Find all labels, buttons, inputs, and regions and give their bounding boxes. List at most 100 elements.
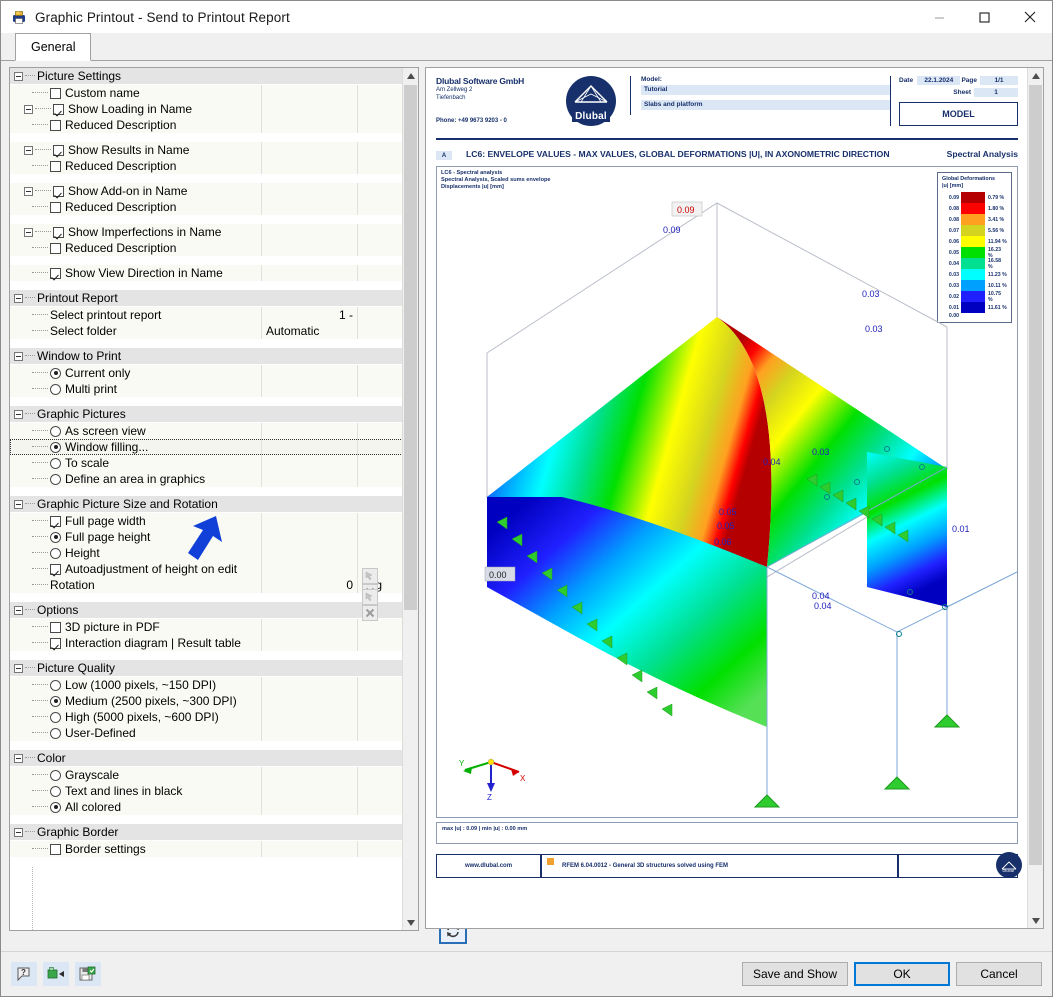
checkbox[interactable] [50,201,61,213]
settings-row-show-add-on-in-name[interactable]: Show Add-on in Name [10,183,403,199]
checkbox[interactable] [50,242,61,254]
checkbox[interactable] [50,843,61,855]
footer-url[interactable]: www.dlubal.com [436,854,541,878]
settings-row-to-scale[interactable]: To scale [10,455,403,471]
settings-row-show-imperfections-in-name[interactable]: Show Imperfections in Name [10,224,403,240]
checkbox[interactable] [50,637,61,649]
collapse-icon[interactable] [14,753,23,763]
collapse-icon[interactable] [24,145,33,155]
settings-row-height[interactable]: Height [10,545,403,561]
checkbox[interactable] [53,144,64,156]
settings-row-border-settings[interactable]: Border settings [10,841,403,857]
collapse-icon[interactable] [14,663,23,673]
settings-row-select-printout-report[interactable]: Select printout report 1 - [10,307,403,323]
radio-button[interactable] [50,457,61,469]
tab-general[interactable]: General [15,33,92,61]
settings-row-3d-picture-in-pdf[interactable]: 3D picture in PDF [10,619,403,635]
checkbox[interactable] [50,160,61,172]
delete-area-button[interactable] [362,605,378,621]
radio-button[interactable] [50,383,61,395]
settings-row-rotation[interactable]: Rotation0deg [10,577,403,593]
save-and-show-button[interactable]: Save and Show [741,962,848,986]
row-value[interactable]: Automatic [262,323,358,339]
preview-scroll-up-button[interactable] [1028,68,1043,83]
radio-button[interactable] [50,679,61,691]
scroll-up-button[interactable] [403,68,418,83]
maximize-button[interactable] [962,1,1007,33]
group-header-picture-settings[interactable]: Picture Settings [10,68,403,85]
export-icon[interactable] [43,962,69,986]
collapse-icon[interactable] [14,605,23,615]
settings-row-custom-name[interactable]: Custom name [10,85,403,101]
settings-row-show-loading-in-name[interactable]: Show Loading in Name [10,101,403,117]
radio-button[interactable] [50,547,61,559]
radio-button[interactable] [50,695,61,707]
group-header-graphic-pictures[interactable]: Graphic Pictures [10,406,403,423]
settings-row-show-view-direction-in-name[interactable]: Show View Direction in Name [10,265,403,281]
group-header-graphic-picture-size-and-rotation[interactable]: Graphic Picture Size and Rotation [10,496,403,513]
settings-row-window-filling[interactable]: Window filling... [10,439,403,455]
settings-row-full-page-height[interactable]: Full page height [10,529,403,545]
settings-row-high-5000-pixels-600-dpi[interactable]: High (5000 pixels, ~600 DPI) [10,709,403,725]
scroll-down-button[interactable] [403,915,418,930]
radio-button[interactable] [50,727,61,739]
settings-row-reduced-description[interactable]: Reduced Description [10,117,403,133]
settings-row-as-screen-view[interactable]: As screen view [10,423,403,439]
settings-row-all-colored[interactable]: All colored [10,799,403,815]
ok-button[interactable]: OK [854,962,950,986]
radio-button[interactable] [50,769,61,781]
radio-button[interactable] [50,801,61,813]
checkbox[interactable] [50,621,61,633]
close-button[interactable] [1007,1,1052,33]
row-value[interactable]: 0 [262,577,358,593]
group-header-graphic-border[interactable]: Graphic Border [10,824,403,841]
minimize-button[interactable] [917,1,962,33]
save-icon[interactable] [75,962,101,986]
settings-row-reduced-description[interactable]: Reduced Description [10,240,403,256]
preview-scroll-thumb[interactable] [1029,85,1042,865]
settings-row-define-an-area-in-graphics[interactable]: Define an area in graphics [10,471,403,487]
preview-scrollbar[interactable] [1027,68,1043,928]
settings-row-text-and-lines-in-black[interactable]: Text and lines in black [10,783,403,799]
model-drawing[interactable]: LC6 - Spectral analysis Spectral Analysi… [436,166,1018,818]
help-icon[interactable]: ? [11,962,37,986]
group-header-options[interactable]: Options [10,602,403,619]
settings-row-low-1000-pixels-150-dpi[interactable]: Low (1000 pixels, ~150 DPI) [10,677,403,693]
checkbox[interactable] [50,515,61,527]
settings-row-user-defined[interactable]: User-Defined [10,725,403,741]
checkbox[interactable] [50,267,61,279]
checkbox[interactable] [50,119,61,131]
settings-row-select-folder[interactable]: Select folder Automatic [10,323,403,339]
checkbox[interactable] [53,185,64,197]
collapse-icon[interactable] [24,227,33,237]
collapse-icon[interactable] [14,409,23,419]
collapse-icon[interactable] [14,71,23,81]
settings-row-show-results-in-name[interactable]: Show Results in Name [10,142,403,158]
row-value[interactable]: 1 - [262,307,358,323]
radio-button[interactable] [50,367,61,379]
pick-graphic-button[interactable] [362,568,378,584]
collapse-icon[interactable] [14,351,23,361]
pick-area-button[interactable] [362,589,378,605]
group-header-color[interactable]: Color [10,750,403,767]
radio-button[interactable] [50,441,61,453]
collapse-icon[interactable] [14,293,23,303]
collapse-icon[interactable] [24,104,33,114]
group-header-window-to-print[interactable]: Window to Print [10,348,403,365]
radio-button[interactable] [50,711,61,723]
collapse-icon[interactable] [14,499,23,509]
cancel-button[interactable]: Cancel [956,962,1042,986]
settings-row-medium-2500-pixels-300-dpi[interactable]: Medium (2500 pixels, ~300 DPI) [10,693,403,709]
radio-button[interactable] [50,473,61,485]
checkbox[interactable] [50,87,61,99]
settings-row-reduced-description[interactable]: Reduced Description [10,158,403,174]
checkbox[interactable] [53,226,64,238]
checkbox[interactable] [53,103,64,115]
radio-button[interactable] [50,425,61,437]
settings-scrollbar[interactable] [402,68,418,930]
settings-row-full-page-width[interactable]: Full page width [10,513,403,529]
preview-scroll-down-button[interactable] [1028,913,1043,928]
scroll-thumb[interactable] [404,85,417,610]
settings-row-current-only[interactable]: Current only [10,365,403,381]
settings-row-grayscale[interactable]: Grayscale [10,767,403,783]
